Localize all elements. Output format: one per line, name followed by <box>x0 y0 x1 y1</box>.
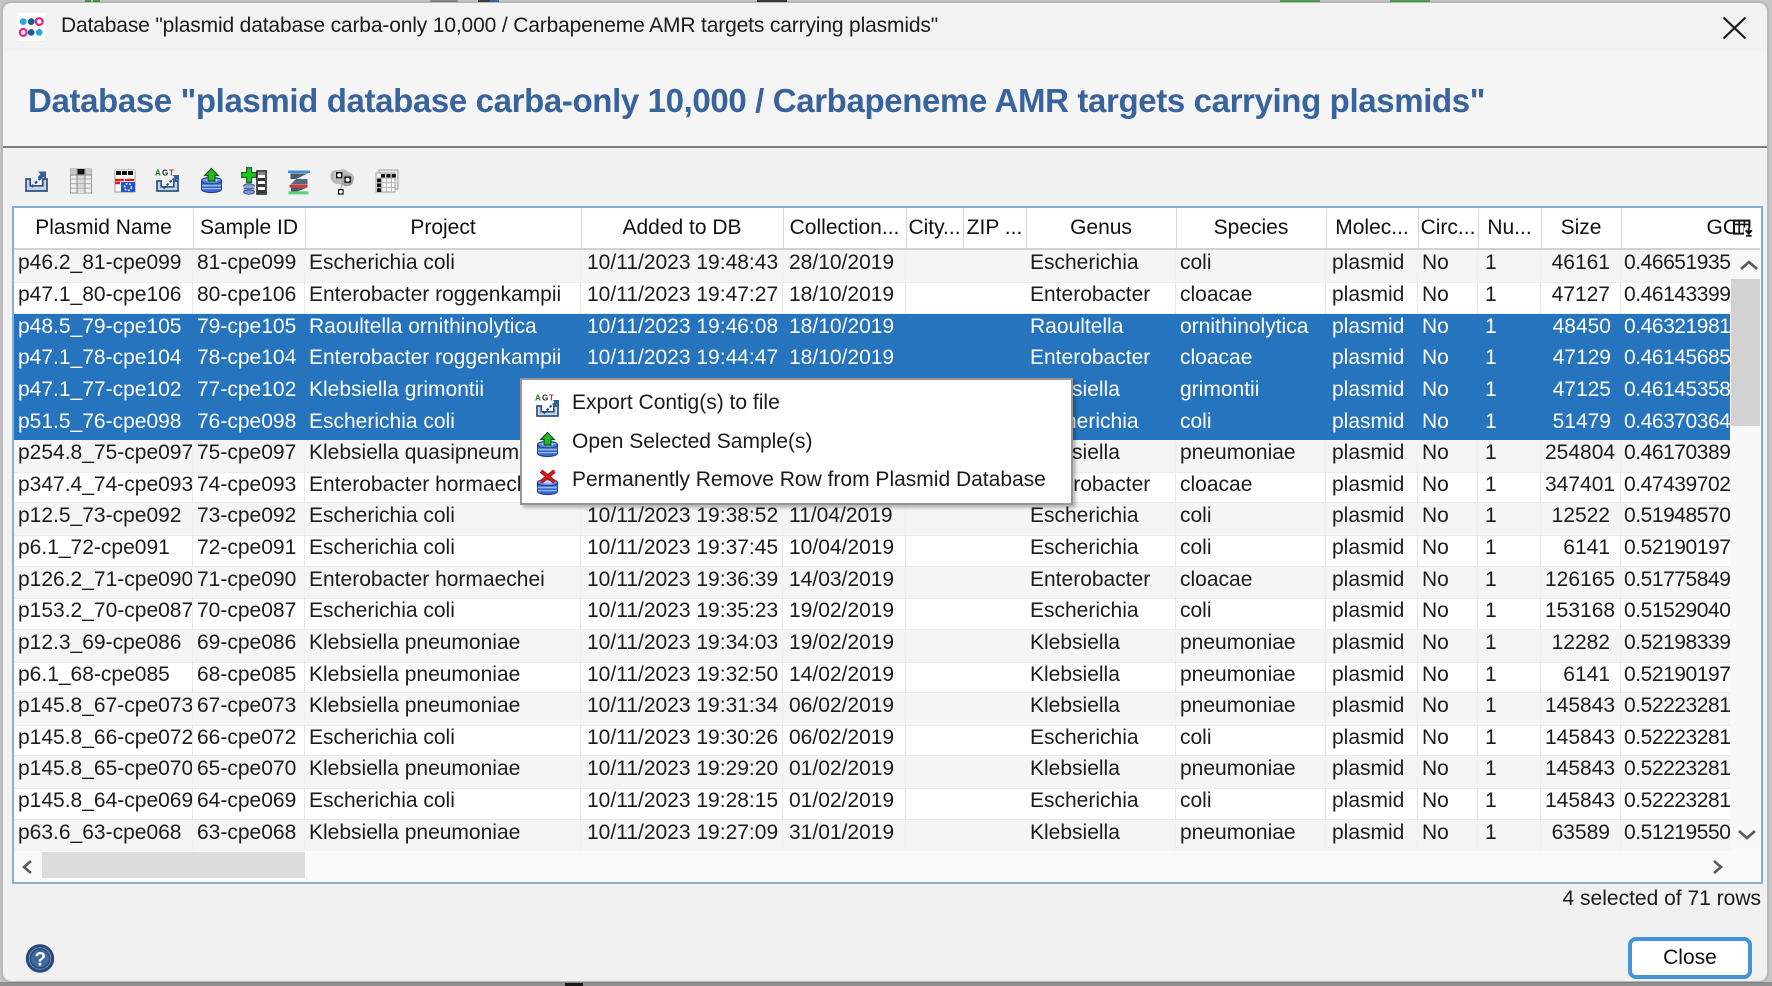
svg-text:?: ? <box>34 950 46 971</box>
svg-text:T: T <box>549 394 554 403</box>
svg-text:G: G <box>542 394 548 403</box>
svg-text:T: T <box>169 169 174 178</box>
svg-text:G: G <box>162 169 168 178</box>
svg-text:A: A <box>155 169 161 178</box>
svg-text:A: A <box>535 394 541 403</box>
